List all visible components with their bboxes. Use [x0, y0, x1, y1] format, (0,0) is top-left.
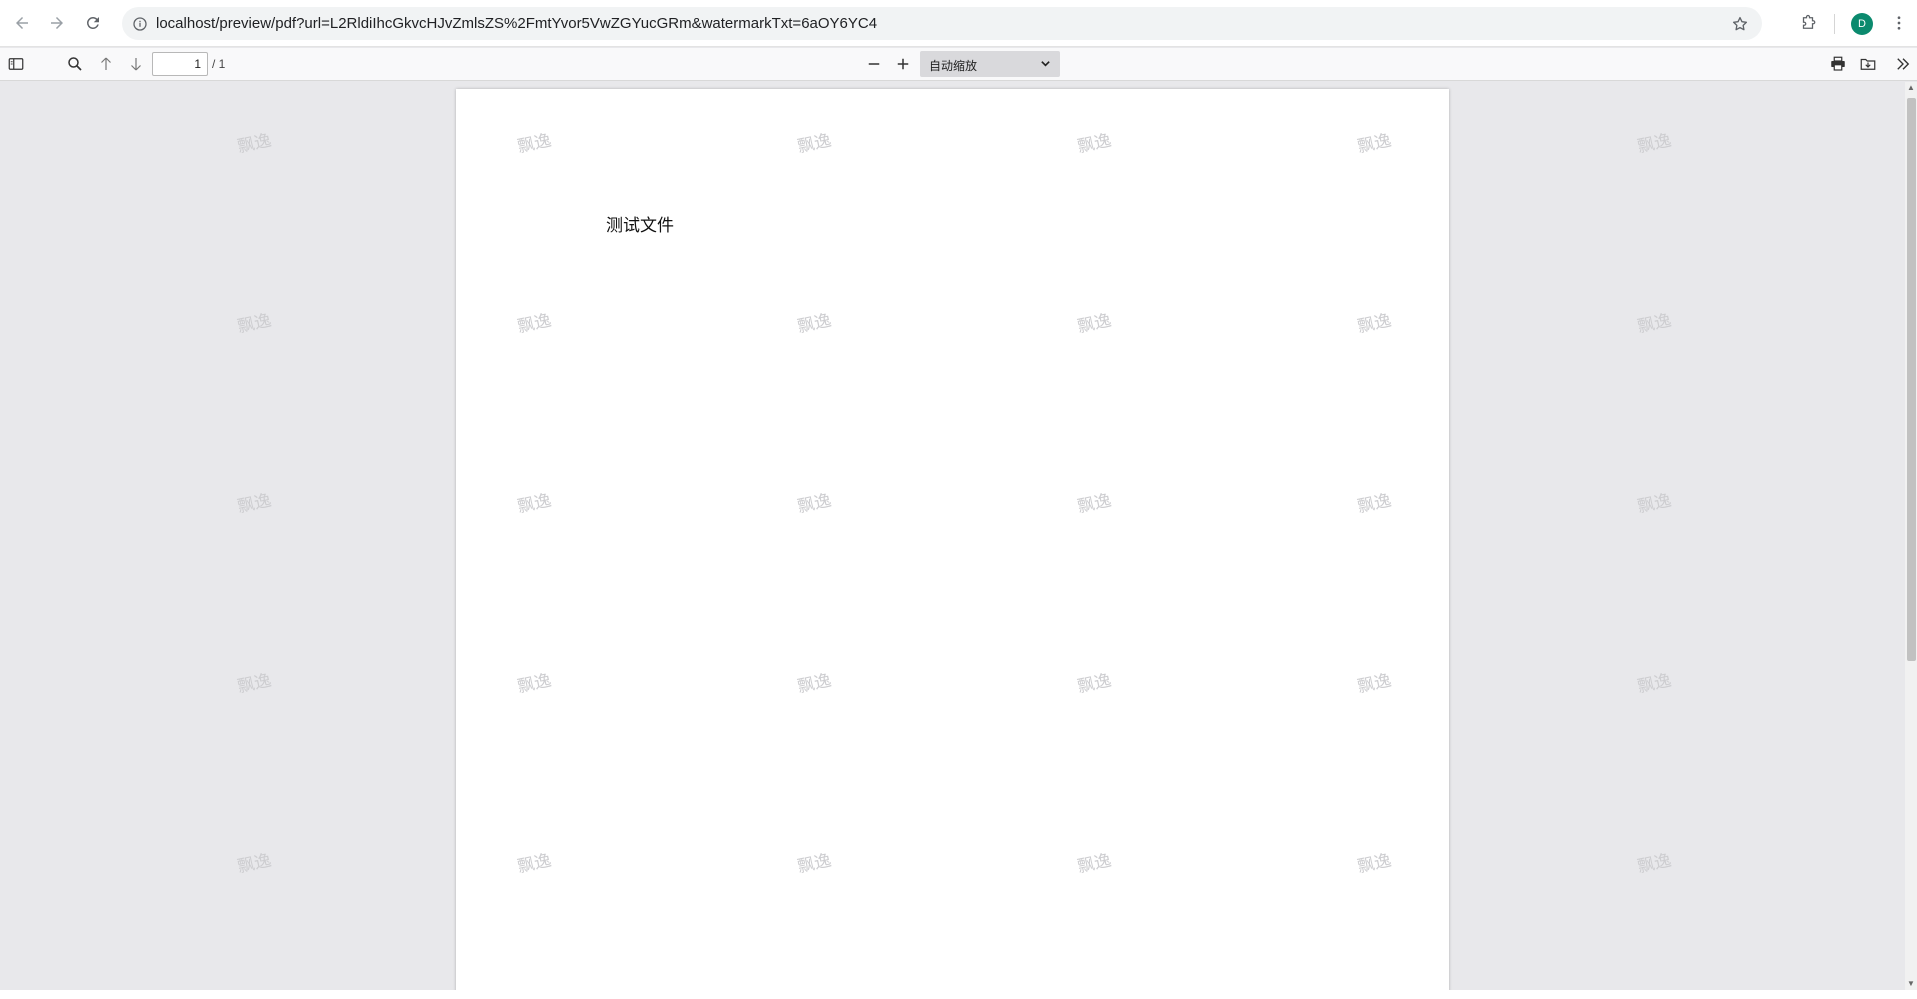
vertical-scrollbar[interactable]: ▲ ▼: [1905, 82, 1917, 990]
watermark-text: 飘逸: [235, 850, 274, 878]
bookmark-star-icon[interactable]: [1728, 12, 1752, 36]
previous-page-button[interactable]: [94, 52, 118, 76]
next-page-button[interactable]: [124, 52, 148, 76]
plus-icon: [897, 58, 909, 70]
arrow-up-icon: [101, 57, 111, 70]
zoom-select-value: 自动缩放: [929, 59, 978, 73]
pdf-toolbar: 1 / 1 自动缩放: [0, 48, 1917, 81]
profile-avatar[interactable]: D: [1851, 13, 1873, 35]
scroll-thumb[interactable]: [1907, 98, 1916, 661]
save-folder-icon: [1860, 58, 1876, 70]
sidebar-toggle-button[interactable]: [4, 52, 28, 76]
watermark-text: 飘逸: [235, 670, 274, 698]
print-button[interactable]: [1826, 52, 1850, 76]
arrow-left-icon: [16, 17, 28, 29]
pdf-viewer[interactable]: 测试文件 飘逸 飘逸 飘逸 飘逸 飘逸 飘逸 飘逸 飘逸 飘逸 飘逸 飘逸 飘逸 飘逸 飘逸 飘逸 飘逸 飘逸飘…: [0, 82, 1905, 990]
document-text: 测试文件: [606, 216, 674, 236]
find-button[interactable]: [63, 52, 87, 76]
zoom-select[interactable]: 自动缩放: [920, 51, 1060, 77]
url-text[interactable]: localhost/preview/pdf?url=L2RldiIhcGkvcH…: [156, 15, 877, 32]
printer-icon: [1831, 56, 1845, 71]
browser-toolbar: localhost/preview/pdf?url=L2RldiIhcGkvcH…: [0, 0, 1917, 47]
forward-button[interactable]: [43, 9, 71, 37]
sidebar-icon: [8, 58, 24, 70]
scroll-down-icon[interactable]: ▼: [1907, 980, 1915, 988]
watermark-text: 飘逸: [235, 310, 274, 338]
page-count-label: / 1: [212, 57, 226, 71]
reload-icon: [86, 16, 99, 29]
minus-icon: [868, 63, 880, 65]
watermark-text: 飘逸: [1635, 850, 1674, 878]
arrow-down-icon: [131, 58, 141, 71]
chevron-down-icon: [1040, 58, 1051, 72]
site-info-icon[interactable]: [130, 14, 150, 34]
back-button[interactable]: [8, 9, 36, 37]
kebab-menu-icon: [1897, 16, 1901, 30]
reload-button[interactable]: [79, 9, 107, 37]
pdf-page: 测试文件: [456, 89, 1449, 990]
watermark-text: 飘逸: [1635, 310, 1674, 338]
arrow-right-icon: [51, 17, 63, 29]
puzzle-icon: [1802, 14, 1816, 29]
double-chevron-right-icon: [1897, 58, 1910, 70]
watermark-text: 飘逸: [235, 130, 274, 158]
watermark-text: 飘逸: [235, 490, 274, 518]
browser-menu-button[interactable]: [1885, 9, 1913, 37]
download-button[interactable]: [1856, 52, 1880, 76]
toolbar-divider: [1834, 14, 1835, 34]
bottom-edge: [0, 990, 1917, 999]
extensions-button[interactable]: [1794, 9, 1822, 37]
address-bar[interactable]: localhost/preview/pdf?url=L2RldiIhcGkvcH…: [122, 7, 1762, 40]
page-number-input[interactable]: 1: [152, 52, 208, 76]
watermark-text: 飘逸: [1635, 490, 1674, 518]
zoom-out-button[interactable]: [862, 52, 886, 76]
search-icon: [68, 57, 82, 71]
tools-menu-button[interactable]: [1891, 52, 1915, 76]
watermark-text: 飘逸: [1635, 670, 1674, 698]
scroll-up-icon[interactable]: ▲: [1907, 84, 1915, 92]
watermark-text: 飘逸: [1635, 130, 1674, 158]
zoom-in-button[interactable]: [891, 52, 915, 76]
